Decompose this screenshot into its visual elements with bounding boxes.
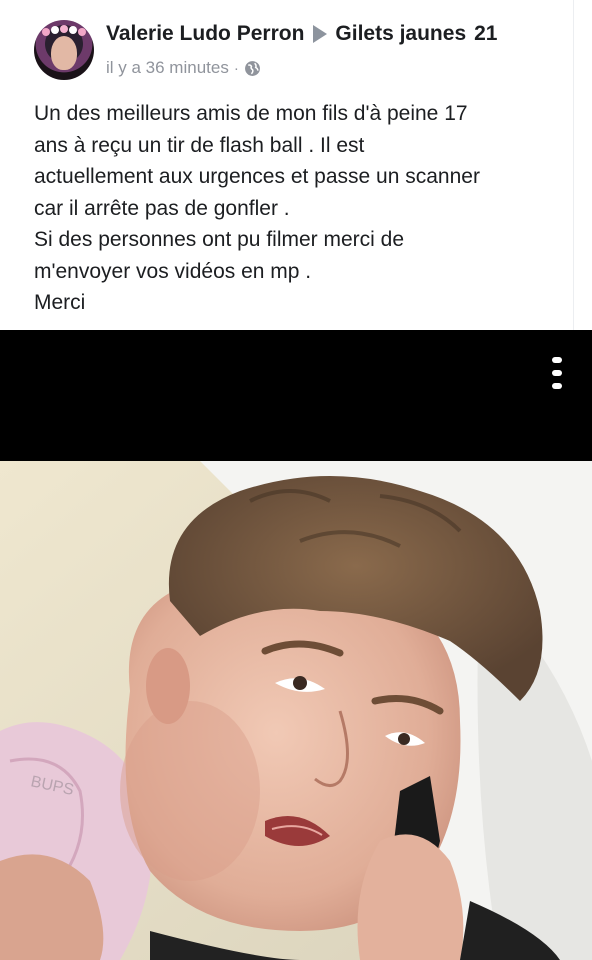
more-vertical-icon[interactable] — [550, 357, 564, 389]
group-number[interactable]: 21 — [474, 22, 497, 46]
post-text-line: Merci — [34, 291, 86, 314]
post-photo[interactable]: BUPS — [0, 461, 592, 960]
group-name-link[interactable]: Gilets jaunes — [335, 22, 466, 46]
post-header: Valerie Ludo Perron Gilets jaunes 21 il … — [34, 20, 572, 84]
author-avatar[interactable] — [34, 20, 94, 80]
card-edge-divider — [573, 0, 574, 330]
post-text-line: m'envoyer vos vidéos en mp . — [34, 259, 312, 283]
post-text-line: actuellement aux urgences et passe un sc… — [34, 165, 480, 188]
post-text-line: ans à reçu un tir de flash ball . Il est — [34, 133, 365, 157]
timestamp-link[interactable]: il y a 36 minutes — [106, 58, 229, 78]
post-text: Un des meilleurs amis de mon fils d'à pe… — [34, 98, 574, 319]
post-text-line: car il arrête pas de gonfler . — [34, 196, 290, 220]
post-text-line: Si des personnes ont pu filmer merci de — [34, 228, 405, 251]
post-card: Valerie Ludo Perron Gilets jaunes 21 il … — [0, 0, 592, 330]
avatar-face — [51, 36, 77, 70]
photo-image: BUPS — [0, 461, 592, 960]
author-line: Valerie Ludo Perron Gilets jaunes 21 — [106, 22, 497, 46]
post-text-line: Un des meilleurs amis de mon fils d'à pe… — [34, 102, 468, 125]
meta-separator: · — [233, 59, 239, 77]
shared-to-arrow-icon — [313, 25, 328, 43]
media-top-bar — [0, 330, 592, 461]
globe-icon[interactable] — [244, 60, 261, 77]
author-name-link[interactable]: Valerie Ludo Perron — [106, 22, 304, 46]
post-meta: il y a 36 minutes · — [106, 58, 261, 78]
